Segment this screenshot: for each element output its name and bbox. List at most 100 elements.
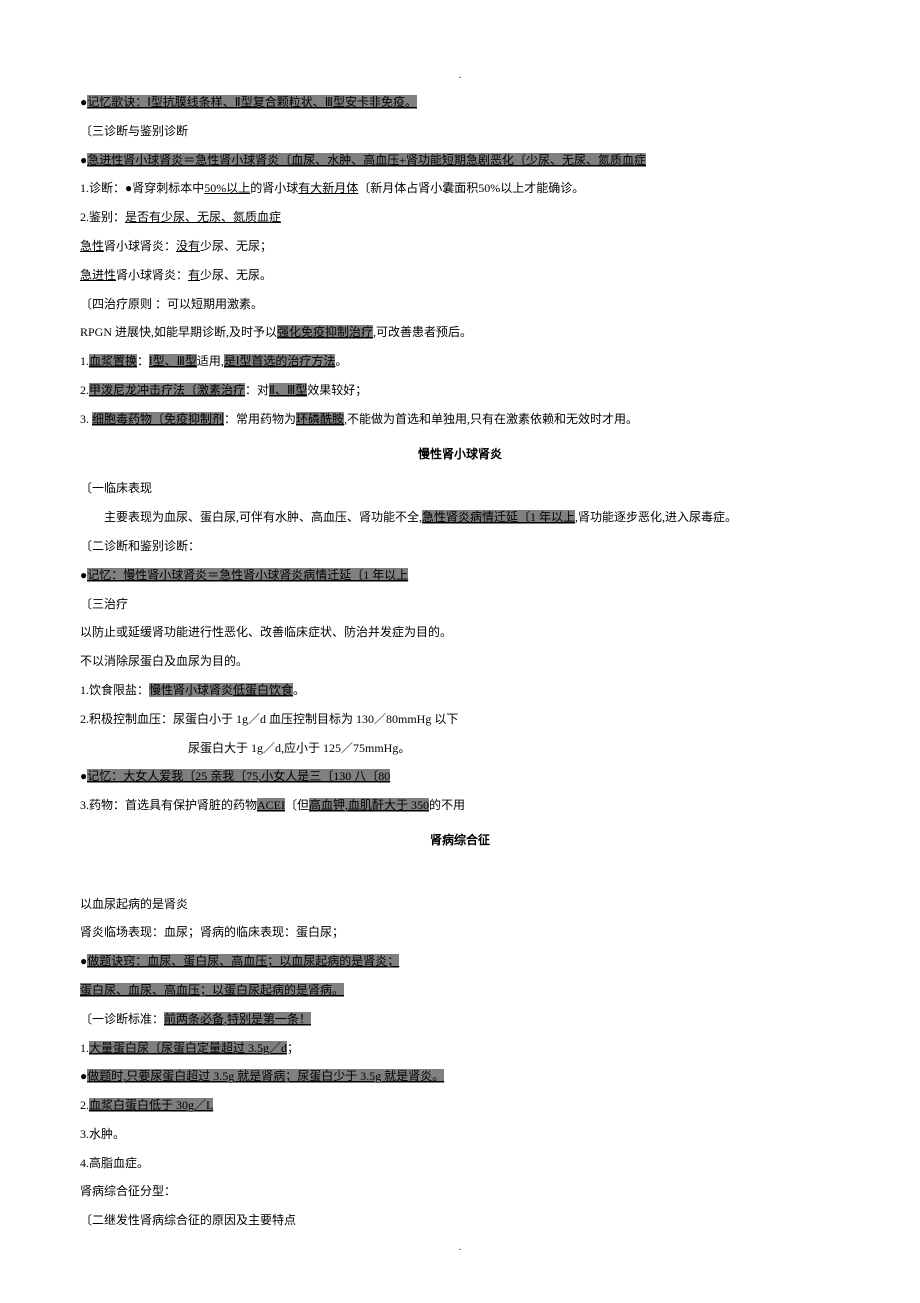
line-drugs: 3.药物：首选具有保护肾脏的药物ACEI〔但高血钾,血肌酐大于 350的不用: [80, 794, 840, 817]
line-diet: 1.饮食限盐：慢性肾小球肾炎低蛋白饮食。: [80, 679, 840, 702]
hl-low-protein: 低蛋白饮食: [233, 683, 293, 697]
text: ,不能做为首选和单独用,只有在激素依赖和无效时才用。: [344, 412, 638, 426]
hl-methylpred: 甲泼尼龙冲击疗法〔激素治疗: [89, 383, 245, 397]
hl-first-two: 前两条必备,特别是第一条！: [164, 1012, 311, 1026]
hl-chronic-gn: 慢性肾小球肾炎: [149, 683, 233, 697]
line-edema: 3.水肿。: [80, 1123, 840, 1146]
text: ,可改善患者预后。: [373, 325, 472, 339]
line-diag-criteria: 〔一诊断标准：前两条必备,特别是第一条！: [80, 1008, 840, 1031]
heading-chronic-gn: 慢性肾小球肾炎: [80, 443, 840, 466]
line-bp-control-2: 尿蛋白大于 1g／d,应小于 125／75mmHg。: [80, 737, 840, 760]
hl-trick-35g: 做题时,只要尿蛋白超过 3.5g 就是肾病；尿蛋白少于 3.5g 就是肾炎。: [87, 1069, 444, 1083]
hl-memory-bp: 记忆：大女人爱我〔25 亲我〔75,小女人是三〔130 八〔80: [87, 769, 390, 783]
hl-type1-first: 是Ⅰ型首选的治疗方法: [224, 354, 336, 368]
hl-memory-song: 记忆歌诀：Ⅰ型抗膜线条样、Ⅱ型复合颗粒状、Ⅲ型安卡非免疫。: [87, 95, 417, 109]
text: 肾小球肾炎：: [104, 239, 176, 253]
hl-type23: Ⅱ、Ⅲ型: [269, 383, 307, 397]
text: 1.: [80, 354, 89, 368]
text: 〔一诊断标准：: [80, 1012, 164, 1026]
page-dot-bottom: .: [80, 1238, 840, 1257]
hl-acei: ACEI: [257, 798, 285, 812]
hl-albumin-30: 血浆白蛋白低于 30g／L: [89, 1098, 213, 1112]
hl-hyperk: 高血钾,血肌酐大于 350: [309, 798, 429, 812]
heading-nephrotic: 肾病综合征: [80, 829, 840, 852]
u-rapid: 急进性: [80, 268, 116, 282]
line-proteinuria: 1.大量蛋白尿〔尿蛋白定量超过 3.5g／d；: [80, 1037, 840, 1060]
hl-immunosuppress: 强化免疫抑制治疗: [277, 325, 373, 339]
text: 3.药物：首选具有保护肾脏的药物: [80, 798, 257, 812]
text: RPGN 进展快,如能早期诊断,及时予以: [80, 325, 277, 339]
text: 的肾小球: [250, 181, 298, 195]
line-not-goal: 不以消除尿蛋白及血尿为目的。: [80, 650, 840, 673]
hl-trick-2: 蛋白尿、血尿、高血压；以蛋白尿起病的是肾病。: [80, 983, 344, 997]
section-3-diagnosis: 〔三诊断与鉴别诊断: [80, 120, 840, 143]
line-trick-35g: ●做题时,只要尿蛋白超过 3.5g 就是肾病；尿蛋白少于 3.5g 就是肾炎。: [80, 1065, 840, 1088]
line-rpgn-def: ●急进性肾小球肾炎＝急性肾小球肾炎〔血尿、水肿、高血压+肾功能短期急剧恶化〔少尿…: [80, 149, 840, 172]
hl-memory-chronic: 记忆：慢性肾小球肾炎＝急性肾小球肾炎病情迁延〔1 年以上: [87, 568, 408, 582]
section-2-secondary: 〔二继发性肾病综合征的原因及主要特点: [80, 1209, 840, 1232]
text: 适用,: [197, 354, 224, 368]
line-diagnosis-1: 1.诊断：●肾穿刺标本中50%以上的肾小球有大新月体〔新月体占肾小囊面积50%以…: [80, 177, 840, 200]
line-memory-bp: ●记忆：大女人爱我〔25 亲我〔75,小女人是三〔130 八〔80: [80, 765, 840, 788]
line-acute: 急性肾小球肾炎：没有少尿、无尿；: [80, 235, 840, 258]
page-dot-top: .: [80, 66, 840, 85]
line-trick-2: 蛋白尿、血尿、高血压；以蛋白尿起病的是肾病。: [80, 979, 840, 1002]
text: ；: [287, 1041, 299, 1055]
text: ,肾功能逐步恶化,进入尿毒症。: [575, 510, 737, 524]
text: 1.饮食限盐：: [80, 683, 149, 697]
hl-rpgn-def: 急进性肾小球肾炎＝急性肾小球肾炎〔血尿、水肿、高血压+肾功能短期急剧恶化〔少尿、…: [87, 153, 646, 167]
text: ：常用药物为: [224, 412, 296, 426]
line-clinical-diff: 肾炎临场表现：血尿；肾病的临床表现：蛋白尿；: [80, 921, 840, 944]
text: 3.: [80, 412, 92, 426]
line-hematuria-nephritis: 以血尿起病的是肾炎: [80, 893, 840, 916]
u-crescent: 有大新月体: [298, 181, 358, 195]
hl-plasma: 血浆置换: [89, 354, 137, 368]
line-treatment-goal: 以防止或延缓肾功能进行性恶化、改善临床症状、防治并发症为目的。: [80, 621, 840, 644]
text: 〔但: [285, 798, 309, 812]
u-50pct: 50%以上: [204, 181, 250, 195]
hl-massive-proteinuria: 大量蛋白尿〔尿蛋白定量超过 3.5g／d: [89, 1041, 287, 1055]
line-methylpred: 2.甲泼尼龙冲击疗法〔激素治疗：对Ⅱ、Ⅲ型效果较好；: [80, 379, 840, 402]
text: 少尿、无尿。: [200, 268, 272, 282]
text: 1.诊断：●肾穿刺标本中: [80, 181, 204, 195]
hl-cytotoxic: 细胞毒药物〔免疫抑制剂: [92, 412, 224, 426]
line-rapid: 急进性肾小球肾炎：有少尿、无尿。: [80, 264, 840, 287]
line-cytotoxic: 3. 细胞毒药物〔免疫抑制剂：常用药物为环磷酰胺,不能做为首选和单独用,只有在激…: [80, 408, 840, 431]
text: 2.鉴别：: [80, 210, 125, 224]
text: 。: [293, 683, 305, 697]
text: ：: [137, 354, 149, 368]
text: 〔新月体占肾小囊面积50%以上才能确诊。: [358, 181, 584, 195]
hl-type13: Ⅰ型、Ⅲ型: [149, 354, 197, 368]
text: 1.: [80, 1041, 89, 1055]
text: ：对: [245, 383, 269, 397]
line-ns-types: 肾病综合征分型：: [80, 1180, 840, 1203]
line-bp-control-1: 2.积极控制血压：尿蛋白小于 1g／d 血压控制目标为 130／80mmHg 以…: [80, 708, 840, 731]
text: 主要表现为血尿、蛋白尿,可伴有水肿、高血压、肾功能不全,: [80, 510, 422, 524]
text: 少尿、无尿；: [200, 239, 272, 253]
u-none: 没有: [176, 239, 200, 253]
line-hyperlipid: 4.高脂血症。: [80, 1152, 840, 1175]
text: 肾小球肾炎：: [116, 268, 188, 282]
u-diff: 是否有少尿、无尿、氮质血症: [125, 210, 281, 224]
line-memory-chronic: ●记忆：慢性肾小球肾炎＝急性肾小球肾炎病情迁延〔1 年以上: [80, 564, 840, 587]
text: 。: [335, 354, 347, 368]
line-rpgn-fast: RPGN 进展快,如能早期诊断,及时予以强化免疫抑制治疗,可改善患者预后。: [80, 321, 840, 344]
hl-1year: 急性肾炎病情迁延〔1 年以上: [422, 510, 575, 524]
text: 2.: [80, 383, 89, 397]
section-3-treatment: 〔三治疗: [80, 593, 840, 616]
line-memory-song: ●记忆歌诀：Ⅰ型抗膜线条样、Ⅱ型复合颗粒状、Ⅲ型安卡非免疫。: [80, 91, 840, 114]
line-albumin: 2.血浆白蛋白低于 30g／L: [80, 1094, 840, 1117]
hl-cyclophosphamide: 环磷酰胺: [296, 412, 344, 426]
text: 效果较好；: [307, 383, 367, 397]
u-has: 有: [188, 268, 200, 282]
u-acute: 急性: [80, 239, 104, 253]
line-plasma-exchange: 1.血浆置换：Ⅰ型、Ⅲ型适用,是Ⅰ型首选的治疗方法。: [80, 350, 840, 373]
text: 的不用: [429, 798, 465, 812]
section-1-clinical: 〔一临床表现: [80, 477, 840, 500]
hl-trick-1: 做题诀窍：血尿、蛋白尿、高血压；以血尿起病的是肾炎；: [87, 954, 399, 968]
line-chronic-manifest: 主要表现为血尿、蛋白尿,可伴有水肿、高血压、肾功能不全,急性肾炎病情迁延〔1 年…: [80, 506, 840, 529]
section-2-diagnosis: 〔二诊断和鉴别诊断：: [80, 535, 840, 558]
section-4-treatment: 〔四治疗原则 ：可以短期用激素。: [80, 293, 840, 316]
line-differentiate: 2.鉴别：是否有少尿、无尿、氮质血症: [80, 206, 840, 229]
text: 2.: [80, 1098, 89, 1112]
